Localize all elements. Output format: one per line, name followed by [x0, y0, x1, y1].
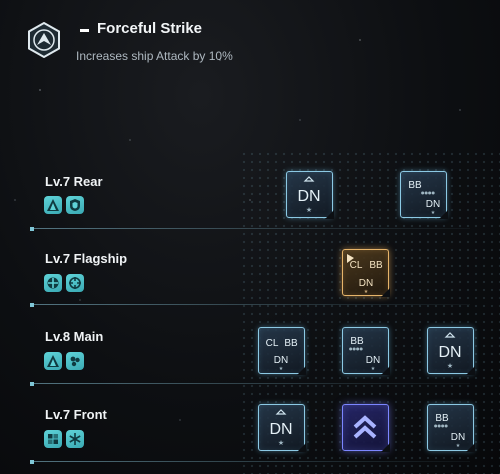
row-label-flagship: Lv.7 Flagship	[45, 251, 128, 266]
row-divider	[30, 461, 470, 462]
row-label-rear: Lv.7 Rear	[45, 174, 103, 189]
card-text-c: DN	[274, 355, 288, 366]
card-text-top: BB	[408, 180, 422, 191]
mountain-icon	[44, 352, 62, 370]
card-text-a: CL	[350, 260, 363, 271]
cluster-icon	[66, 352, 84, 370]
title-dash	[80, 29, 89, 32]
ship-card-bb-dn[interactable]: BB ●●●● DN ★	[342, 327, 390, 375]
snowflake-icon	[66, 430, 84, 448]
svg-text:★: ★	[447, 362, 453, 370]
skill-title: Forceful Strike	[97, 20, 203, 37]
space-background	[0, 0, 500, 474]
row-divider	[30, 304, 470, 305]
svg-text:★: ★	[306, 206, 312, 214]
svg-text:★: ★	[364, 289, 369, 294]
svg-text:★: ★	[278, 439, 284, 447]
row-divider	[30, 383, 470, 384]
divider-dot	[30, 303, 34, 307]
skill-description: Increases ship Attack by 10%	[76, 49, 233, 63]
row-label-front: Lv.7 Front	[45, 407, 107, 422]
divider-dot	[30, 227, 34, 231]
row-label-main: Lv.8 Main	[45, 329, 104, 344]
card-text: DN	[269, 421, 292, 438]
card-text-b: BB	[284, 338, 298, 349]
ship-card-chevron[interactable]	[342, 404, 390, 452]
ship-card-dn[interactable]: DN ★	[286, 171, 334, 219]
card-text-bottom: DN	[451, 432, 465, 443]
ship-card-cl-bb-dn[interactable]: CL BB DN ★	[258, 327, 306, 375]
ship-card-dn[interactable]: DN ★	[258, 404, 306, 452]
mountain-icon	[44, 196, 62, 214]
card-text-bottom: DN	[366, 355, 380, 366]
card-text-bottom: DN	[426, 199, 440, 210]
svg-text:●●●●: ●●●●	[349, 346, 363, 351]
divider-dot	[30, 382, 34, 386]
ship-card-dn[interactable]: DN ★	[427, 327, 475, 375]
ship-card-cl-bb-dn-selected[interactable]: CL BB DN ★	[342, 249, 390, 297]
card-text-b: BB	[369, 260, 383, 271]
svg-text:★: ★	[279, 366, 284, 372]
divider-dot	[30, 460, 34, 464]
svg-text:★: ★	[431, 210, 436, 216]
svg-text:●●●●: ●●●●	[434, 423, 448, 428]
card-text: DN	[438, 344, 461, 361]
double-chevron-up-icon	[353, 415, 377, 439]
ship-card-bb-dn[interactable]: BB ●●●● DN ★	[427, 404, 475, 452]
shield-icon	[66, 196, 84, 214]
svg-text:★: ★	[371, 366, 376, 372]
target-cross-icon	[44, 274, 62, 292]
fleet-arrow-icon	[26, 21, 62, 59]
ship-card-bb-dn[interactable]: BB ●●●● DN ★	[400, 171, 448, 219]
card-text-c: DN	[359, 278, 373, 289]
svg-text:●●●●: ●●●●	[421, 190, 435, 195]
crosshair-icon	[66, 274, 84, 292]
puzzle-icon	[44, 430, 62, 448]
row-divider	[30, 228, 470, 229]
card-text: DN	[297, 188, 320, 205]
card-text-a: CL	[266, 338, 279, 349]
svg-text:★: ★	[456, 443, 461, 449]
